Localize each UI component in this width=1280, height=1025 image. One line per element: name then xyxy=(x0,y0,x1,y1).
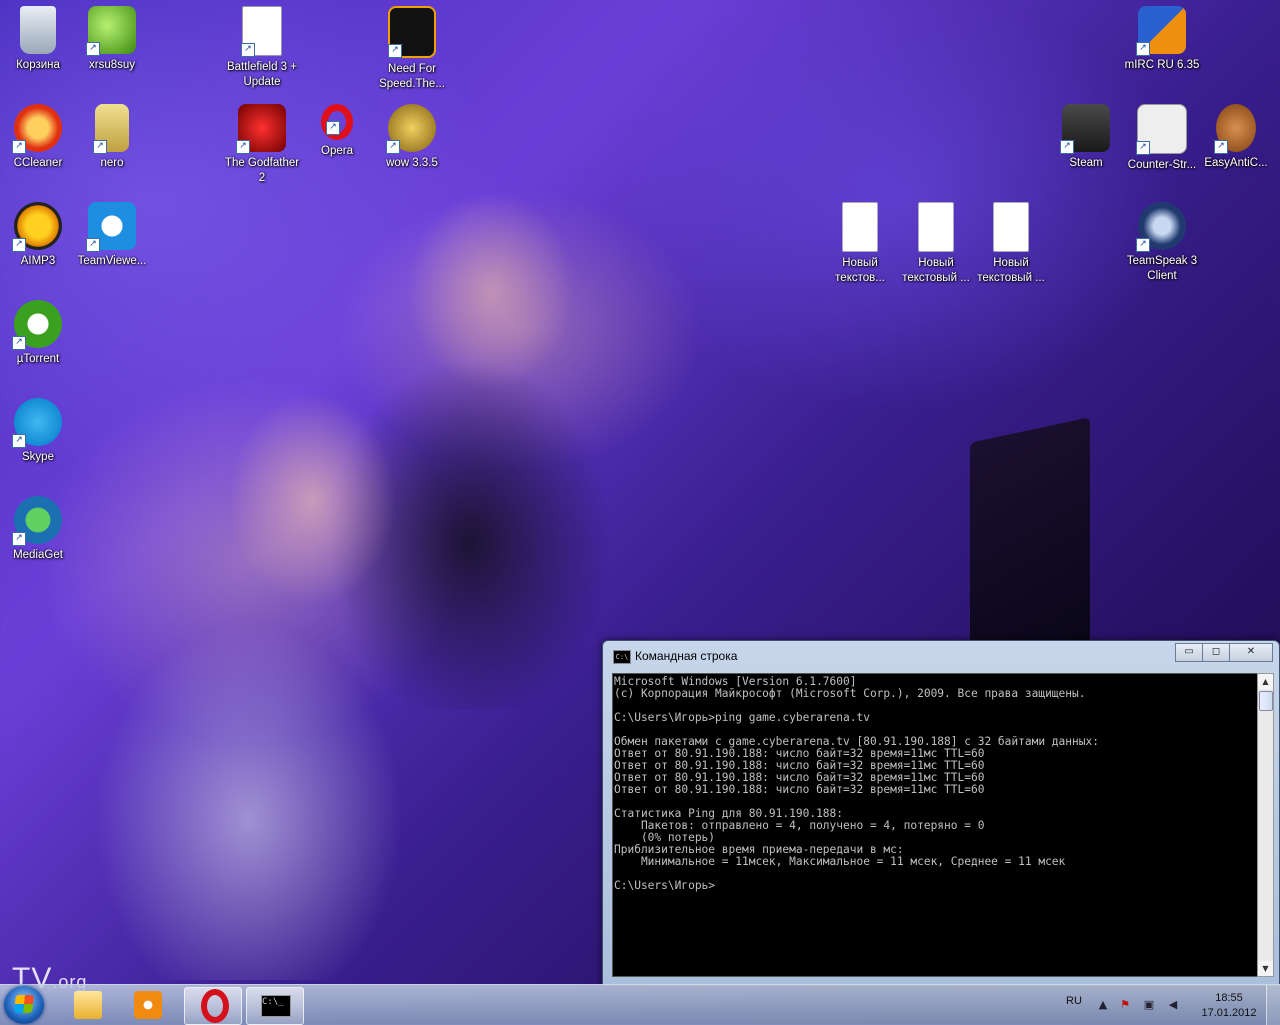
desktop-icon-new-text-2[interactable]: Новый текстовый ... xyxy=(898,202,974,286)
desktop-icon-teamspeak3[interactable]: ↗ TeamSpeak 3 Client xyxy=(1124,202,1200,284)
mirc-icon: ↗ xyxy=(1136,6,1186,56)
start-button[interactable] xyxy=(4,986,44,1024)
desktop-icon-utorrent[interactable]: ↗ µTorrent xyxy=(0,300,76,367)
desktop-icon-new-text-1[interactable]: Новый текстов... xyxy=(822,202,898,286)
nfs-icon: ↗ xyxy=(388,6,436,58)
photo-monitor xyxy=(970,417,1090,673)
desktop-icon-xrsu8suy[interactable]: ↗ xrsu8suy xyxy=(74,6,150,73)
cmd-output: Microsoft Windows [Version 6.1.7600] (c)… xyxy=(614,675,1099,892)
desktop-icon-aimp3[interactable]: ↗ AIMP3 xyxy=(0,202,76,269)
folder-icon xyxy=(74,991,102,1019)
desktop-icon-recycle-bin[interactable]: Корзина xyxy=(0,6,76,73)
cmd-window-icon: C:\ xyxy=(613,650,631,664)
text-file-icon xyxy=(918,202,954,252)
photo-person-front xyxy=(60,340,480,980)
teamspeak-icon: ↗ xyxy=(1136,202,1186,252)
recycle-bin-icon xyxy=(20,6,56,54)
desktop-icon-battlefield3[interactable]: ↗ Battlefield 3 + Update xyxy=(224,6,300,90)
taskbar-explorer[interactable] xyxy=(60,987,116,1023)
taskbar-opera[interactable] xyxy=(184,987,242,1025)
close-button[interactable]: ✕ xyxy=(1229,643,1273,662)
cmd-titlebar[interactable]: C:\ Командная строка ▭ ◻ ✕ xyxy=(603,641,1279,671)
media-player-icon xyxy=(134,991,162,1019)
action-center-icon[interactable]: ⚑ xyxy=(1118,998,1132,1012)
cmd-icon: C:\_ xyxy=(261,995,291,1017)
desktop-icon-easyanticheat[interactable]: ↗ EasyAntiC... xyxy=(1198,104,1274,171)
desktop-icon-new-text-3[interactable]: Новый текстовый ... xyxy=(973,202,1049,286)
network-icon[interactable]: ▣ xyxy=(1142,998,1156,1012)
cmd-console[interactable]: Microsoft Windows [Version 6.1.7600] (c)… xyxy=(612,673,1258,977)
counter-strike-icon: ↗ xyxy=(1136,104,1187,155)
aimp-icon: ↗ xyxy=(12,202,62,252)
cmd-title: Командная строка xyxy=(635,649,738,663)
maximize-button[interactable]: ◻ xyxy=(1202,643,1230,662)
minimize-button[interactable]: ▭ xyxy=(1175,643,1203,662)
taskbar-cmd[interactable]: C:\_ xyxy=(246,987,304,1025)
nero-icon: ↗ xyxy=(93,104,129,154)
photo-person-back xyxy=(260,150,680,710)
desktop-icon-nero[interactable]: ↗ nero xyxy=(74,104,150,171)
utorrent-icon: ↗ xyxy=(12,300,62,350)
desktop-icon-godfather2[interactable]: ↗ The Godfather 2 xyxy=(224,104,300,186)
skype-icon: ↗ xyxy=(12,398,62,448)
desktop-icon-wow[interactable]: ↗ wow 3.3.5 xyxy=(374,104,450,171)
desktop-icon-counter-strike[interactable]: ↗ Counter-Str... xyxy=(1124,104,1200,173)
cmd-scrollbar[interactable]: ▲ ▼ xyxy=(1257,673,1274,977)
teamviewer-icon: ↗ xyxy=(86,202,136,252)
cmd-window[interactable]: C:\ Командная строка ▭ ◻ ✕ Microsoft Win… xyxy=(602,640,1280,986)
text-file-icon xyxy=(993,202,1029,252)
show-desktop-button[interactable] xyxy=(1266,985,1280,1025)
tray-expand-icon[interactable]: ▲ xyxy=(1096,998,1110,1012)
scroll-down-icon[interactable]: ▼ xyxy=(1258,961,1273,976)
volume-icon[interactable]: ◀ xyxy=(1166,998,1180,1012)
desktop-icon-mediaget[interactable]: ↗ MediaGet xyxy=(0,496,76,563)
desktop-icon-teamviewer[interactable]: ↗ TeamViewe... xyxy=(74,202,150,269)
desktop-icon-mirc[interactable]: ↗ mIRC RU 6.35 xyxy=(1124,6,1200,73)
clock[interactable]: 18:55 17.01.2012 xyxy=(1194,991,1264,1021)
desktop-icon-steam[interactable]: ↗ Steam xyxy=(1048,104,1124,171)
desktop-icon-ccleaner[interactable]: ↗ CCleaner xyxy=(0,104,76,171)
desktop-icon-skype[interactable]: ↗ Skype xyxy=(0,398,76,465)
text-file-icon xyxy=(842,202,878,252)
ccleaner-icon: ↗ xyxy=(12,104,62,154)
scroll-up-icon[interactable]: ▲ xyxy=(1258,674,1273,689)
godfather-icon: ↗ xyxy=(236,104,286,154)
mediaget-icon: ↗ xyxy=(12,496,62,546)
teddy-bear-icon: ↗ xyxy=(1214,104,1256,154)
opera-icon: ↗ xyxy=(321,104,353,140)
steam-icon: ↗ xyxy=(1060,104,1110,154)
shield-icon: ↗ xyxy=(86,6,136,56)
document-icon: ↗ xyxy=(241,6,282,57)
opera-icon xyxy=(201,989,229,1023)
language-indicator[interactable]: RU xyxy=(1066,995,1082,1007)
taskbar-media-player[interactable] xyxy=(120,987,176,1023)
windows-logo-icon xyxy=(14,995,34,1013)
wow-icon: ↗ xyxy=(386,104,436,154)
desktop-icon-opera[interactable]: ↗ Opera xyxy=(299,104,375,159)
desktop-icon-nfs[interactable]: ↗ Need For Speed.The... xyxy=(374,6,450,92)
taskbar: C:\_ RU ▲ ⚑ ▣ ◀ 18:55 17.01.2012 xyxy=(0,984,1280,1025)
scroll-thumb[interactable] xyxy=(1259,691,1273,711)
